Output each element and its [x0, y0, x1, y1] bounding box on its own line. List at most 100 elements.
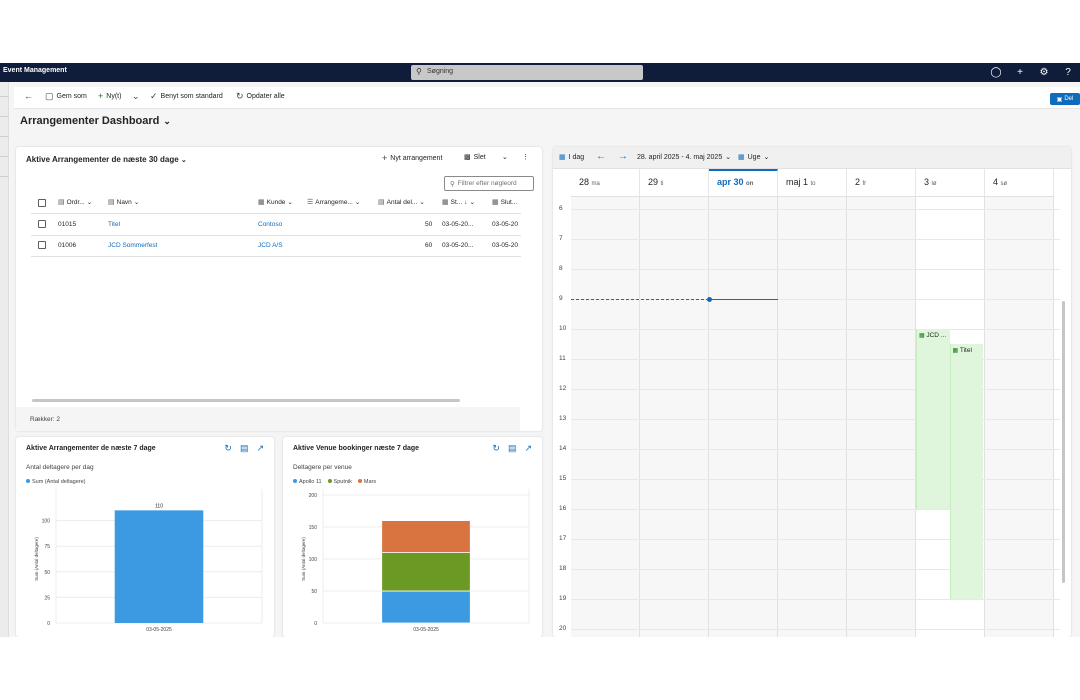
- hour-label: 17: [559, 535, 567, 542]
- x-tick-label: 03-05-2025: [413, 627, 439, 633]
- expand-icon[interactable]: ↗: [524, 443, 532, 454]
- events-grid-card: Aktive Arrangementer de næste 30 dage ⌄ …: [16, 147, 542, 431]
- legend-item[interactable]: Sputnik: [327, 479, 352, 485]
- calendar-event[interactable]: ▦ Titel: [949, 344, 983, 599]
- day-number: 29: [648, 177, 661, 187]
- column-header-end[interactable]: ▦ Slut...: [492, 198, 517, 207]
- next-week-button[interactable]: →: [618, 151, 628, 162]
- share-button[interactable]: ▣ Del: [1050, 93, 1080, 105]
- column-header-event-type[interactable]: ☰ Arrangeme... ⌄: [307, 198, 361, 207]
- refresh-icon[interactable]: ↻: [492, 443, 500, 454]
- chart-card-attendees-per-day: 0 25 50 75 100 Sum (Antal deltagere) 110 03-05-…: [16, 437, 274, 637]
- chevron-down-icon: ⌄: [354, 199, 361, 206]
- calendar-event[interactable]: ▦ JCD ...: [916, 329, 950, 509]
- view-records-icon[interactable]: ▤: [240, 443, 249, 454]
- cell-name-link[interactable]: JCD Sommerfest: [108, 242, 157, 249]
- day-column[interactable]: [709, 197, 778, 637]
- cell-end: 03-05-20: [492, 221, 519, 228]
- help-icon[interactable]: ?: [1056, 63, 1080, 82]
- previous-week-button[interactable]: ←: [596, 152, 606, 162]
- legend-item[interactable]: Apollo 11: [293, 479, 322, 485]
- search-icon: ⚲: [450, 180, 455, 188]
- back-button[interactable]: ←: [24, 92, 33, 101]
- day-column[interactable]: [778, 197, 847, 637]
- cell-customer-link[interactable]: JCD A/S: [258, 242, 283, 249]
- new-button[interactable]: + Ny(t): [98, 92, 121, 101]
- chevron-down-icon: ⌄: [469, 199, 475, 206]
- calendar-time-grid[interactable]: 6 7 8 9 10 11 12 13 14 15 16 17 18 19 20 ▦ JCD ... ▦ Tit…: [553, 197, 1060, 637]
- hour-line: [571, 269, 1060, 270]
- hour-line: [571, 209, 1060, 210]
- column-header-attendees[interactable]: ▤ Antal del... ⌄: [378, 198, 425, 207]
- left-rail: [0, 82, 9, 637]
- day-header-4[interactable]: 2 fr: [847, 169, 916, 197]
- row-count: Rækker: 2: [30, 416, 60, 423]
- set-default-button[interactable]: ✓ Benyt som standard: [150, 92, 223, 101]
- day-header-5[interactable]: 3 lø: [916, 169, 985, 197]
- bar-data-label: 110: [155, 503, 163, 509]
- global-search[interactable]: ⚲ Søgning: [411, 65, 643, 80]
- dashboard-title[interactable]: Arrangementer Dashboard ⌄: [20, 115, 171, 127]
- refresh-icon[interactable]: ↻: [224, 443, 232, 454]
- chevron-down-icon: ⌄: [163, 115, 171, 126]
- day-column[interactable]: [847, 197, 916, 637]
- today-button[interactable]: ▦ I dag: [559, 153, 584, 162]
- column-header-customer[interactable]: ▦ Kunde ⌄: [258, 198, 293, 207]
- date-range-picker[interactable]: 28. april 2025 - 4. maj 2025 ⌄: [637, 153, 731, 162]
- y-tick-label: 75: [44, 544, 50, 550]
- grid-title-text: Aktive Arrangementer de næste 30 dage: [26, 155, 179, 164]
- row-checkbox[interactable]: [38, 220, 46, 228]
- day-number: apr 30: [717, 177, 747, 187]
- arrow-right-icon: →: [618, 151, 628, 162]
- y-tick-label: 50: [311, 589, 317, 595]
- lightbulb-icon[interactable]: ◯: [984, 63, 1008, 82]
- hour-label: 12: [559, 385, 567, 392]
- cell-name-link[interactable]: Titel: [108, 221, 120, 228]
- day-column[interactable]: [640, 197, 709, 637]
- day-name: fr: [862, 181, 867, 187]
- column-header-start[interactable]: ▦ St... ↓ ⌄: [442, 198, 475, 207]
- legend-item[interactable]: Mars: [357, 479, 376, 485]
- grid-more-dropdown[interactable]: ⌄: [502, 153, 508, 161]
- legend-label: Sputnik: [333, 479, 352, 485]
- grid-overflow-button[interactable]: ⋮: [522, 153, 529, 161]
- grid-title[interactable]: Aktive Arrangementer de næste 30 dage ⌄: [26, 155, 187, 164]
- day-header-6[interactable]: 4 sø: [985, 169, 1054, 197]
- view-selector[interactable]: ▦ Uge ⌄: [738, 153, 769, 162]
- save-as-button[interactable]: ▢ Gem som: [45, 92, 87, 101]
- legend-item[interactable]: Sum (Antal deltagere): [26, 479, 86, 485]
- bar-sum-antal-deltagere-[interactable]: [114, 510, 204, 623]
- select-all-checkbox[interactable]: [38, 199, 46, 207]
- bar-apollo-11[interactable]: [381, 590, 471, 624]
- date-range-label: 28. april 2025 - 4. maj 2025: [637, 153, 723, 161]
- plus-icon[interactable]: +: [1008, 63, 1032, 82]
- day-header-0[interactable]: 28 ma: [571, 169, 640, 197]
- new-event-button[interactable]: + Nyt arrangement: [382, 153, 442, 163]
- cell-attendees: 60: [425, 242, 433, 249]
- view-records-icon[interactable]: ▤: [508, 443, 517, 454]
- day-column[interactable]: [571, 197, 640, 637]
- refresh-all-button[interactable]: ↻ Opdater alle: [236, 92, 285, 101]
- gear-icon[interactable]: ⚙: [1032, 63, 1056, 82]
- expand-icon[interactable]: ↗: [256, 443, 264, 454]
- bar-mars[interactable]: [381, 520, 471, 553]
- column-header-name[interactable]: ▤ Navn ⌄: [108, 198, 139, 207]
- chevron-down-icon: ⌄: [132, 91, 140, 101]
- bar-sputnik[interactable]: [381, 552, 471, 592]
- cell-customer-link[interactable]: Contoso: [258, 221, 282, 228]
- trash-icon: ▩: [464, 154, 471, 161]
- new-dropdown[interactable]: ⌄: [132, 91, 140, 101]
- day-header-3[interactable]: maj 1 to: [778, 169, 847, 197]
- horizontal-scrollbar[interactable]: [32, 399, 460, 402]
- filter-input[interactable]: ⚲ Filtrer efter nøgleord: [444, 176, 534, 191]
- y-axis-label: Sum (Antal deltagere): [34, 537, 39, 581]
- row-checkbox[interactable]: [38, 241, 46, 249]
- column-header-order[interactable]: ▤ Ordr... ⌄: [58, 198, 92, 207]
- scrollbar-thumb[interactable]: [1062, 301, 1065, 583]
- delete-button[interactable]: ▩ Slet: [464, 153, 486, 162]
- day-header-1[interactable]: 29 ti: [640, 169, 709, 197]
- number-icon: ▤: [378, 199, 385, 206]
- day-column[interactable]: [985, 197, 1054, 637]
- vertical-scrollbar[interactable]: [1061, 149, 1067, 635]
- day-header-2[interactable]: apr 30 on: [709, 169, 778, 197]
